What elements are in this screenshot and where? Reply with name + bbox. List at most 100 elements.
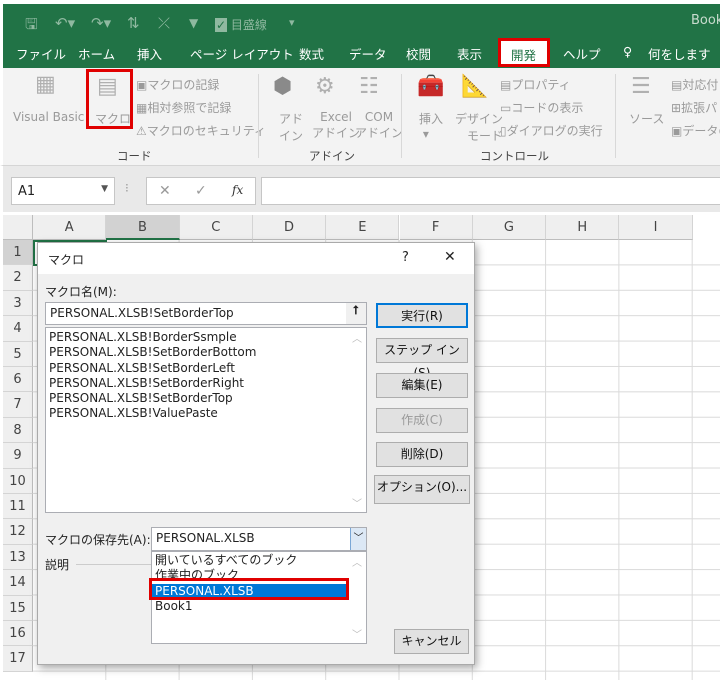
macro-name-value: PERSONAL.XLSB!SetBorderTop (50, 306, 234, 320)
location-option[interactable]: PERSONAL.XLSB (152, 583, 348, 599)
tab-home[interactable]: ホーム (78, 44, 115, 63)
design-mode-button[interactable]: デザイン モード (455, 110, 503, 144)
tab-page-layout[interactable]: ページ レイアウト (190, 44, 294, 63)
refresh-data-button[interactable]: ▣データの (671, 122, 720, 139)
scroll-down-icon[interactable]: ﹀ (349, 495, 365, 510)
tab-data[interactable]: データ (349, 44, 387, 63)
xml-source-button[interactable]: ソース (629, 110, 664, 127)
column-header-a[interactable]: A (33, 215, 107, 240)
addin-button[interactable]: アド イン (279, 110, 303, 144)
gridlines-checkbox[interactable]: ✓ 目盛線 (215, 16, 267, 33)
formula-input[interactable] (261, 177, 720, 205)
save-icon[interactable]: 🖫 (25, 14, 38, 39)
expansion-packs-button[interactable]: ⊞拡張パ (671, 99, 717, 116)
redo-icon[interactable]: ↷▾ (91, 14, 111, 32)
insert-control-button[interactable]: 挿入 ▾ (419, 110, 443, 141)
column-header-i[interactable]: I (619, 215, 693, 240)
excel-addin-button[interactable]: Excel アドイン (312, 110, 360, 141)
name-box[interactable]: A1 ▼ (11, 177, 115, 205)
row-header-12[interactable]: 12 (3, 519, 33, 545)
tab-help[interactable]: ヘルプ (563, 44, 601, 63)
macro-list-item[interactable]: PERSONAL.XLSB!SetBorderBottom (46, 345, 366, 360)
macro-name-input[interactable]: PERSONAL.XLSB!SetBorderTop ⭡ (45, 302, 367, 325)
row-header-15[interactable]: 15 (3, 595, 33, 621)
addin-icon: ⬢ (273, 74, 293, 99)
macro-list-item[interactable]: PERSONAL.XLSB!BorderSsmple (46, 330, 366, 345)
chevron-down-icon[interactable]: ▼ (101, 184, 108, 194)
drag-handle-icon[interactable]: ⁝ (125, 181, 129, 195)
close-button[interactable]: ✕ (444, 249, 456, 265)
row-header-9[interactable]: 9 (3, 443, 33, 469)
macro-list-item[interactable]: PERSONAL.XLSB!SetBorderTop (46, 391, 366, 406)
location-option[interactable]: Book1 (152, 599, 348, 614)
visual-basic-button[interactable]: Visual Basic (13, 110, 84, 124)
edit-button[interactable]: 編集(E) (376, 373, 468, 398)
row-header-5[interactable]: 5 (3, 341, 33, 367)
relative-reference-button[interactable]: ▦相対参照で記録 (136, 99, 231, 116)
tab-developer[interactable]: 開発 (498, 38, 550, 67)
row-header-7[interactable]: 7 (3, 392, 33, 418)
tab-file[interactable]: ファイル (16, 44, 66, 63)
column-header-c[interactable]: C (179, 215, 253, 240)
scroll-up-icon[interactable]: ︿ (349, 330, 365, 345)
step-in-button[interactable]: ステップ イン(S) (376, 338, 468, 380)
row-header-13[interactable]: 13 (3, 544, 33, 571)
row-header-6[interactable]: 6 (3, 367, 33, 393)
map-properties-button[interactable]: ▤対応付 (671, 76, 718, 93)
com-addin-button[interactable]: COM アドイン (355, 110, 403, 141)
macro-list-item[interactable]: PERSONAL.XLSB!SetBorderLeft (46, 361, 366, 376)
macro-list-item[interactable]: PERSONAL.XLSB!ValuePaste (46, 406, 366, 421)
upload-arrow-icon[interactable]: ⭡ (346, 303, 366, 324)
filter-icon[interactable]: ▼ (189, 16, 198, 30)
row-header-10[interactable]: 10 (3, 468, 33, 494)
help-button[interactable]: ? (402, 250, 409, 265)
column-header-h[interactable]: H (546, 215, 620, 240)
macro-button[interactable]: ▤ マクロ (86, 69, 133, 129)
location-select[interactable]: PERSONAL.XLSB ﹀ (151, 527, 367, 551)
tab-insert[interactable]: 挿入 (137, 44, 162, 63)
row-header-11[interactable]: 11 (3, 494, 33, 520)
row-header-16[interactable]: 16 (3, 621, 33, 647)
cancel-button[interactable]: キャンセル (394, 629, 469, 654)
column-header-e[interactable]: E (326, 215, 400, 240)
scroll-up-icon[interactable]: ︿ (349, 554, 365, 569)
scroll-down-icon[interactable]: ﹀ (349, 626, 365, 641)
macro-security-button[interactable]: ⚠マクロのセキュリティ (136, 122, 266, 139)
column-header-b[interactable]: B (106, 215, 180, 240)
run-dialog-button[interactable]: ▯ダイアログの実行 (500, 122, 603, 139)
enter-icon[interactable]: ✓ (195, 183, 207, 199)
row-header-3[interactable]: 3 (3, 290, 33, 317)
customize-qat-icon[interactable]: ▾ (289, 16, 295, 29)
select-all-button[interactable] (3, 215, 33, 240)
options-button[interactable]: オプション(O)... (374, 475, 470, 504)
row-header-4[interactable]: 4 (3, 316, 33, 342)
properties-button[interactable]: ▤プロパティ (500, 76, 571, 93)
clear-filter-icon[interactable]: ⤫ (158, 14, 170, 32)
insert-function-icon[interactable]: fx (232, 183, 243, 197)
row-header-1[interactable]: 1 (3, 240, 33, 266)
column-header-d[interactable]: D (252, 215, 327, 240)
sort-icon[interactable]: ⇅ (127, 14, 140, 32)
tab-formulas[interactable]: 数式 (299, 44, 324, 63)
chevron-down-icon[interactable]: ﹀ (350, 528, 366, 550)
location-option[interactable]: 開いているすべてのブック (152, 553, 348, 568)
row-header-17[interactable]: 17 (3, 646, 33, 672)
row-header-14[interactable]: 14 (3, 570, 33, 596)
tab-view[interactable]: 表示 (457, 44, 482, 63)
record-macro-button[interactable]: ▣マクロの記録 (136, 76, 219, 93)
macro-list-item[interactable]: PERSONAL.XLSB!SetBorderRight (46, 376, 366, 391)
delete-button[interactable]: 削除(D) (376, 442, 468, 467)
column-header-g[interactable]: G (472, 215, 547, 240)
row-header-8[interactable]: 8 (3, 417, 33, 444)
view-code-button[interactable]: ▭コードの表示 (500, 99, 583, 116)
row-header-2[interactable]: 2 (3, 265, 33, 291)
macro-dialog: マクロ ? ✕ マクロ名(M): PERSONAL.XLSB!SetBorder… (37, 242, 475, 665)
column-header-f[interactable]: F (399, 215, 473, 240)
location-option[interactable]: 作業中のブック (152, 568, 348, 583)
run-button[interactable]: 実行(R) (376, 303, 468, 328)
tab-review[interactable]: 校閲 (406, 44, 431, 63)
macro-list[interactable]: PERSONAL.XLSB!BorderSsmple PERSONAL.XLSB!… (45, 327, 367, 513)
location-dropdown-list[interactable]: 開いているすべてのブック 作業中のブック PERSONAL.XLSB Book1 ︿ … (151, 551, 367, 644)
cancel-icon[interactable]: ✕ (159, 183, 171, 199)
undo-icon[interactable]: ↶▾ (55, 14, 75, 32)
